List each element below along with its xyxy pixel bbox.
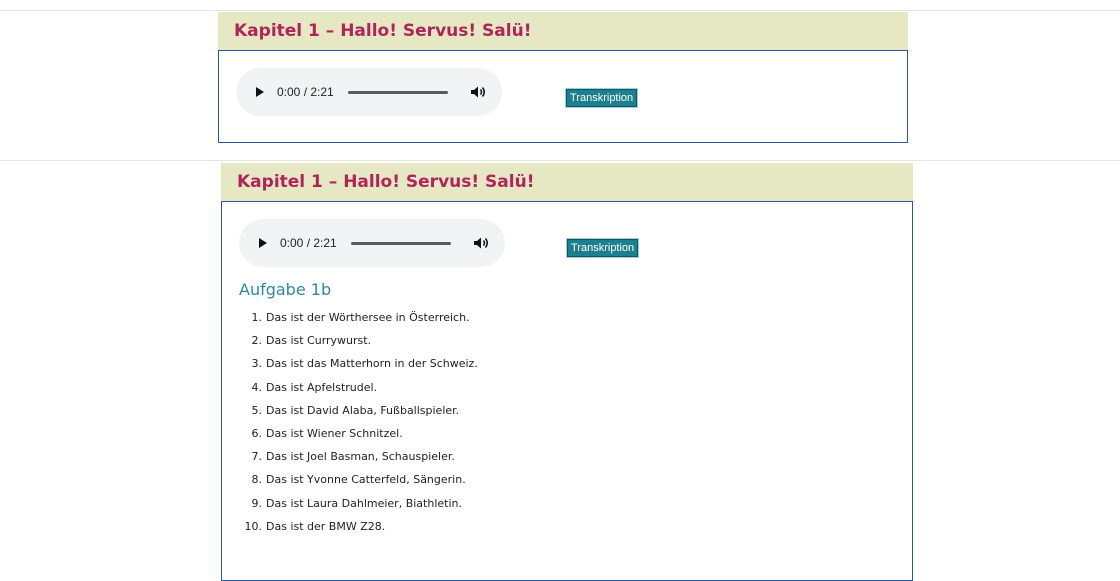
item-text: Das ist Currywurst. — [266, 334, 372, 348]
list-item: 4. Das ist Apfelstrudel. — [242, 376, 478, 399]
top-divider — [0, 10, 1120, 11]
content-box: 0:00 / 2:21 Transkription Aufgabe 1b 1. D… — [221, 201, 913, 581]
section-title: Aufgabe 1b — [239, 280, 332, 299]
audio-time: 0:00 / 2:21 — [280, 236, 337, 250]
list-item: 2. Das ist Currywurst. — [242, 329, 478, 352]
list-item: 9. Das ist Laura Dahlmeier, Biathletin. — [242, 492, 478, 515]
item-text: Das ist der BMW Z28. — [266, 519, 386, 533]
item-text: Das ist Wiener Schnitzel. — [266, 426, 403, 440]
item-text: Das ist Laura Dahlmeier, Biathletin. — [266, 496, 462, 510]
list-item: 3. Das ist das Matterhorn in der Schweiz. — [242, 352, 478, 375]
item-number: 4. — [251, 380, 263, 394]
item-text: Das ist David Alaba, Fußballspieler. — [266, 403, 460, 417]
audio-time: 0:00 / 2:21 — [277, 85, 334, 99]
item-number: 7. — [251, 450, 263, 464]
item-number: 2. — [251, 334, 263, 348]
item-number: 9. — [251, 496, 263, 510]
list-item: 10. Das ist der BMW Z28. — [242, 515, 478, 538]
item-number: 5. — [251, 403, 263, 417]
list-item: 5. Das ist David Alaba, Fußballspieler. — [242, 399, 478, 422]
transcription-button[interactable]: Transkription — [564, 88, 639, 108]
item-text: Das ist Joel Basman, Schauspieler. — [266, 450, 455, 464]
list-item: 1. Das ist der Wörthersee in Österreich. — [242, 306, 478, 329]
chapter-panel-top: Kapitel 1 – Hallo! Servus! Salü! 0:00 / … — [218, 12, 908, 143]
item-number: 8. — [251, 473, 263, 487]
audio-progress-bar[interactable] — [350, 241, 451, 245]
item-number: 6. — [251, 426, 263, 440]
list-item: 8. Das ist Yvonne Catterfeld, Sängerin. — [242, 468, 478, 491]
item-number: 1. — [251, 311, 263, 324]
chapter-title: Kapitel 1 – Hallo! Servus! Salü! — [234, 21, 532, 41]
transcription-button[interactable]: Transkription — [565, 238, 640, 258]
volume-icon[interactable] — [470, 85, 486, 99]
audio-progress-bar[interactable] — [347, 90, 448, 94]
audio-player[interactable]: 0:00 / 2:21 — [236, 68, 502, 116]
list-item: 6. Das ist Wiener Schnitzel. — [242, 422, 478, 445]
chapter-header: Kapitel 1 – Hallo! Servus! Salü! — [221, 163, 913, 201]
item-text: Das ist der Wörthersee in Österreich. — [266, 311, 470, 324]
chapter-header: Kapitel 1 – Hallo! Servus! Salü! — [218, 12, 908, 50]
item-number: 10. — [244, 519, 263, 533]
list-item: 7. Das ist Joel Basman, Schauspieler. — [242, 445, 478, 468]
item-text: Das ist Yvonne Catterfeld, Sängerin. — [266, 473, 466, 487]
middle-divider — [0, 160, 1120, 161]
chapter-panel-bottom: Kapitel 1 – Hallo! Servus! Salü! 0:00 / … — [221, 163, 913, 581]
volume-icon[interactable] — [473, 236, 489, 250]
audio-box: 0:00 / 2:21 Transkription — [218, 50, 908, 143]
item-number: 3. — [251, 357, 263, 371]
play-icon[interactable] — [259, 238, 267, 248]
item-text: Das ist das Matterhorn in der Schweiz. — [266, 357, 478, 371]
item-text: Das ist Apfelstrudel. — [266, 380, 378, 394]
play-icon[interactable] — [256, 87, 264, 97]
sentence-list: 1. Das ist der Wörthersee in Österreich. … — [242, 306, 478, 538]
audio-player[interactable]: 0:00 / 2:21 — [239, 219, 505, 267]
chapter-title: Kapitel 1 – Hallo! Servus! Salü! — [237, 172, 535, 192]
